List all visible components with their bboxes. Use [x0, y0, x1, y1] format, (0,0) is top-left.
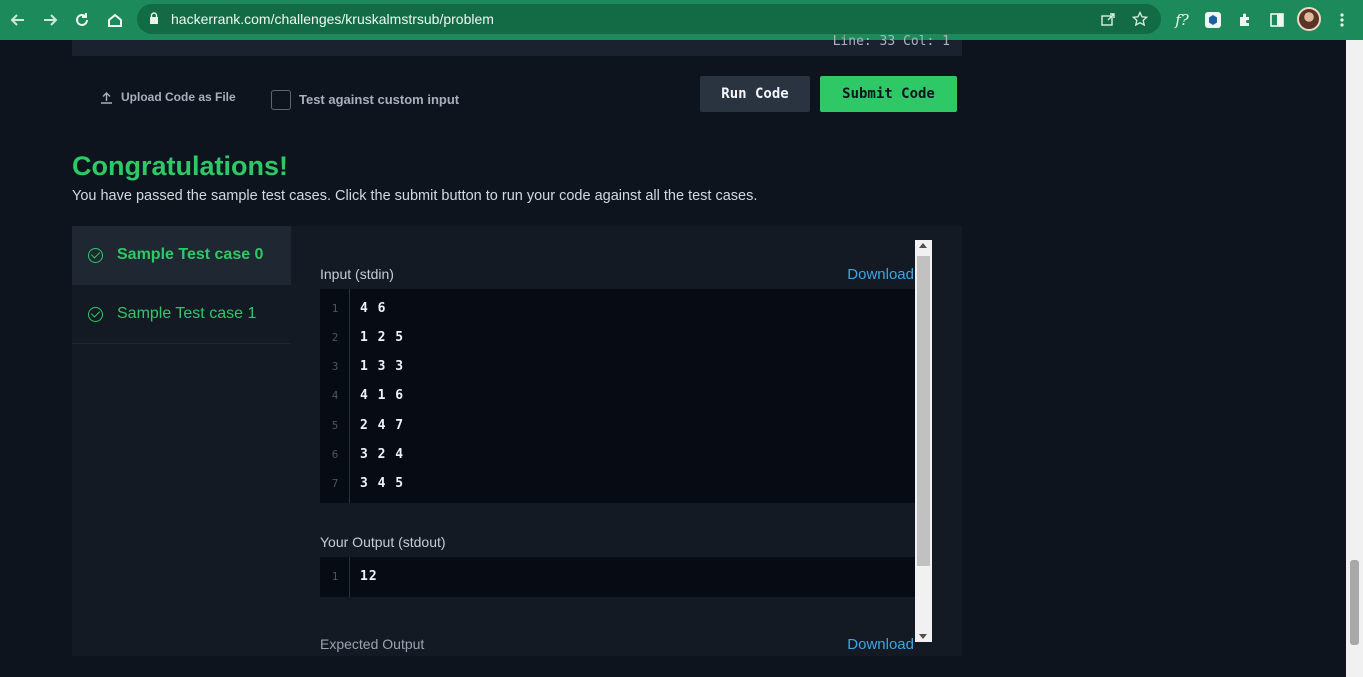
line-number: 5: [331, 419, 339, 432]
profile-avatar[interactable]: [1297, 7, 1321, 31]
upload-icon: [101, 91, 112, 104]
test-results-panel: Sample Test case 0 Sample Test case 1 In…: [72, 226, 962, 656]
line-text: 12: [360, 569, 378, 584]
more-menu-icon[interactable]: [1330, 8, 1354, 32]
expected-output-label: Expected Output: [320, 636, 425, 652]
lock-icon: [150, 12, 158, 24]
test-case-list: Sample Test case 0 Sample Test case 1: [72, 226, 291, 656]
test-case-label: Sample Test case 1: [117, 305, 257, 322]
address-bar[interactable]: hackerrank.com/challenges/kruskalmstrsub…: [137, 4, 1161, 34]
result-title: Congratulations!: [72, 151, 288, 181]
code-line: 2 1 2 5: [320, 323, 915, 352]
line-text: 1 2 5: [360, 330, 405, 345]
upload-code-button[interactable]: Upload Code as File: [100, 90, 236, 104]
hexagon-extension-icon[interactable]: [1201, 8, 1225, 32]
check-circle-icon: [88, 306, 103, 322]
line-number: 3: [331, 360, 339, 373]
test-case-detail-content: Input (stdin) Download 1 4 6 2 1 2 5 3 1 3 …: [291, 226, 962, 656]
input-code-box: 1 4 6 2 1 2 5 3 1 3 3 4 4 1 6 5 2 4 7 6 3 2 4 …: [320, 289, 915, 503]
line-text: 3 2 4: [360, 447, 405, 462]
test-case-tab-1[interactable]: Sample Test case 1: [72, 285, 291, 343]
url-text[interactable]: hackerrank.com/challenges/kruskalmstrsub…: [171, 11, 494, 27]
bookmark-star-icon[interactable]: [1130, 9, 1150, 29]
code-line: 7 3 4 5: [320, 469, 915, 498]
input-download-link[interactable]: Download: [847, 266, 914, 283]
test-case-label: Sample Test case 0: [117, 246, 264, 263]
check-circle-icon: [88, 247, 103, 263]
submit-code-button[interactable]: Submit Code: [820, 76, 957, 112]
test-case-list-filler: [72, 344, 291, 656]
line-number: 1: [331, 570, 339, 583]
back-arrow-icon[interactable]: [6, 8, 30, 32]
test-case-tab-0[interactable]: Sample Test case 0: [72, 226, 291, 284]
custom-input-label[interactable]: Test against custom input: [299, 92, 459, 107]
code-line: 6 3 2 4: [320, 440, 915, 469]
scroll-down-arrow-icon[interactable]: [919, 634, 927, 639]
test-case-detail: Input (stdin) Download 1 4 6 2 1 2 5 3 1 3 …: [291, 226, 962, 656]
custom-input-checkbox[interactable]: [271, 90, 291, 110]
share-icon[interactable]: [1098, 9, 1118, 29]
code-line: 3 1 3 3: [320, 352, 915, 381]
code-line: 5 2 4 7: [320, 411, 915, 440]
upload-code-label: Upload Code as File: [121, 90, 236, 104]
line-number: 4: [331, 389, 339, 402]
scroll-up-arrow-icon[interactable]: [919, 243, 927, 248]
reload-icon[interactable]: [70, 8, 94, 32]
editor-cursor-position: Line: 33 Col: 1: [832, 34, 950, 49]
run-code-button[interactable]: Run Code: [700, 76, 810, 112]
line-number: 2: [331, 331, 339, 344]
line-text: 4 6: [360, 301, 387, 316]
detail-scrollbar-thumb[interactable]: [917, 256, 930, 566]
detail-scrollbar[interactable]: [915, 240, 932, 642]
line-number: 6: [331, 448, 339, 461]
code-line: 1 4 6: [320, 294, 915, 323]
puzzle-extensions-icon[interactable]: [1233, 8, 1257, 32]
forward-arrow-icon[interactable]: [38, 8, 62, 32]
result-message: You have passed the sample test cases. C…: [72, 188, 758, 204]
line-number: 1: [331, 302, 339, 315]
function-extension-label: f?: [1175, 11, 1189, 29]
browser-toolbar: hackerrank.com/challenges/kruskalmstrsub…: [0, 0, 1363, 40]
input-label: Input (stdin): [320, 266, 394, 282]
code-line: 1 12: [320, 562, 915, 591]
page-scrollbar[interactable]: [1346, 40, 1363, 677]
home-icon[interactable]: [103, 8, 127, 32]
line-number: 7: [331, 477, 339, 490]
line-text: 3 4 5: [360, 476, 405, 491]
page-scrollbar-thumb[interactable]: [1350, 560, 1359, 645]
line-text: 4 1 6: [360, 388, 405, 403]
output-code-box: 1 12: [320, 557, 915, 597]
code-line: 4 4 1 6: [320, 381, 915, 410]
line-text: 2 4 7: [360, 418, 405, 433]
expected-download-link[interactable]: Download: [847, 636, 914, 653]
output-label: Your Output (stdout): [320, 534, 446, 550]
function-extension-icon[interactable]: f?: [1170, 8, 1194, 32]
line-text: 1 3 3: [360, 359, 405, 374]
code-editor-footer: Line: 33 Col: 1: [72, 34, 962, 56]
side-panel-icon[interactable]: [1265, 8, 1289, 32]
